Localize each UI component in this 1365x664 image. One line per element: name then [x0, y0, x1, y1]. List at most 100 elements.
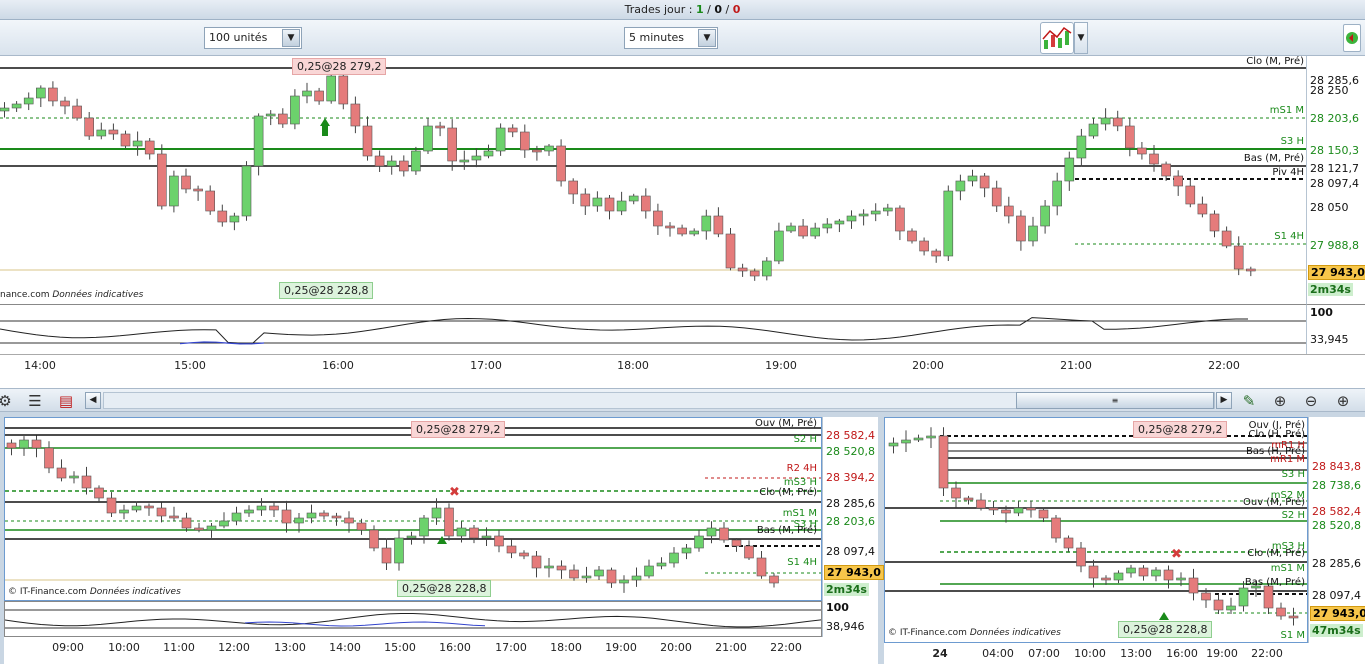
quantity-select[interactable]: 100 unités ▼ [204, 27, 302, 49]
bull-candle [1100, 117, 1111, 125]
chevron-down-icon[interactable]: ▼ [1074, 22, 1088, 54]
bull-candle [1076, 135, 1087, 159]
bull-candle [669, 552, 679, 564]
bear-candle [44, 447, 54, 469]
bear-candle [1233, 245, 1244, 270]
bear-candle [84, 117, 94, 137]
bear-candle [991, 187, 1002, 207]
bear-candle [435, 125, 445, 129]
bull-candle [229, 215, 240, 223]
price-label: 28 285,6 [1312, 557, 1361, 570]
bottom-right-candles-svg: ✖ [885, 427, 1307, 626]
bull-candle [419, 517, 429, 537]
timeframe-select[interactable]: 5 minutes ▼ [624, 27, 718, 49]
time-label: 09:00 [52, 641, 84, 654]
bull-candle [456, 527, 467, 537]
data-credit: © IT-Finance.com Données indicatives [888, 628, 1061, 638]
level-label: Clo (H, Pré) [1248, 429, 1305, 440]
price-label: 28 203,6 [1310, 112, 1359, 125]
chart-type-icon[interactable] [1040, 22, 1074, 54]
bull-candle [774, 230, 784, 262]
bottom-left-price-chart[interactable]: ✖ 0,25@28 279,2 0,25@28 228,8 © IT-Finan… [4, 417, 822, 601]
level-label: S1 4H [1274, 231, 1304, 242]
trades-neutral: 0 [714, 3, 722, 16]
bull-candle [306, 512, 317, 519]
bear-candle [606, 569, 617, 584]
bull-candle [231, 512, 242, 522]
level-label: Bas (M, Pré) [1243, 153, 1304, 164]
price-label: 28 150,3 [1310, 144, 1359, 157]
scroll-right-button[interactable]: ▶ [1216, 392, 1232, 409]
oscillator-line [0, 317, 1248, 345]
bull-candle [1013, 507, 1024, 514]
chart-type-glyph [1042, 26, 1072, 49]
bull-candle [96, 129, 107, 137]
bull-candle [689, 230, 700, 235]
main-price-chart[interactable]: 0,25@28 279,2 0,25@28 228,8 nance.com Do… [0, 56, 1306, 304]
bear-candle [1112, 117, 1123, 127]
zoom-in-icon[interactable]: ⊕ [1332, 391, 1354, 411]
bull-candle [761, 260, 772, 277]
price-label: 28 121,7 [1310, 162, 1359, 175]
price-label: 28 843,8 [1312, 460, 1361, 473]
time-label: 22:00 [1251, 647, 1283, 660]
bull-candle [119, 509, 129, 514]
bear-candle [568, 180, 579, 195]
scroll-thumb[interactable]: ≡ [1016, 392, 1214, 409]
price-label: 28 097,4 [826, 545, 875, 558]
bear-candle [604, 197, 615, 212]
oscillator-signal-line [244, 621, 486, 627]
bottom-left-oscillator[interactable] [4, 601, 822, 637]
bottom-right-price-chart[interactable]: ✖ 0,25@28 279,2 0,25@28 228,8 © IT-Finan… [884, 417, 1308, 643]
quantity-value: 100 unités [209, 31, 268, 44]
level-label: Ouv (M, Pré) [755, 418, 817, 429]
bear-candle [350, 103, 361, 127]
bear-candle [749, 270, 760, 277]
bear-candle [169, 515, 179, 519]
bear-candle [1201, 592, 1211, 601]
bull-candle [169, 175, 179, 207]
trades-day-label: Trades jour : [624, 3, 696, 16]
bull-candle [822, 223, 833, 229]
list-icon[interactable]: ☰ [24, 391, 46, 411]
bottom-left-price-axis[interactable]: 28 582,4 28 520,8 28 394,2 28 285,6 28 203,6… [822, 417, 884, 601]
oscillator-value: 33,945 [1310, 333, 1349, 346]
bear-candle [963, 497, 974, 501]
buy-arrow-stem [322, 126, 328, 136]
bull-candle [834, 220, 845, 225]
bull-candle [1040, 205, 1050, 227]
time-label: 17:00 [495, 641, 527, 654]
bottom-right-price-axis[interactable]: 28 843,8 28 738,6 28 582,4 28 520,8 28 285,6… [1308, 417, 1365, 643]
chart-settings-icon[interactable]: ⚙ [0, 391, 16, 411]
bear-candle [1138, 567, 1149, 577]
bear-candle [447, 127, 458, 162]
bear-candle [1246, 268, 1256, 272]
time-label: 13:00 [274, 641, 306, 654]
wrench-icon[interactable]: ✎ [1238, 391, 1260, 411]
zoom-out-icon[interactable]: ⊖ [1300, 391, 1322, 411]
time-label: 13:00 [1120, 647, 1152, 660]
chevron-down-icon[interactable]: ▼ [698, 29, 716, 47]
bull-candle [1226, 605, 1236, 611]
bull-candle [706, 527, 717, 537]
bull-candle [132, 140, 143, 147]
chevron-down-icon[interactable]: ▼ [282, 29, 300, 47]
credit-source: nance.com [0, 290, 50, 300]
exit-marker-icon: ✖ [449, 485, 460, 500]
time-label: 16:00 [439, 641, 471, 654]
bear-candle [506, 545, 517, 554]
bear-candle [653, 210, 663, 227]
bear-candle [938, 435, 949, 489]
bear-candle [519, 131, 530, 151]
side-panel-glyph [1346, 32, 1358, 44]
indicator-icon[interactable]: ▤ [55, 391, 77, 411]
main-price-axis[interactable]: 28 285,6 28 250 28 203,6 28 150,3 28 121,7 28… [1306, 56, 1365, 304]
credit-note: Données indicatives [969, 628, 1061, 638]
side-panel-toggle-icon[interactable] [1343, 24, 1361, 52]
oscillator-max-label: 100 [1310, 306, 1333, 319]
bear-candle [1076, 547, 1086, 567]
zoom-fit-icon[interactable]: ⊕ [1269, 391, 1291, 411]
main-oscillator-chart[interactable] [0, 304, 1306, 354]
bull-candle [290, 95, 300, 125]
scroll-left-button[interactable]: ◀ [85, 392, 101, 409]
